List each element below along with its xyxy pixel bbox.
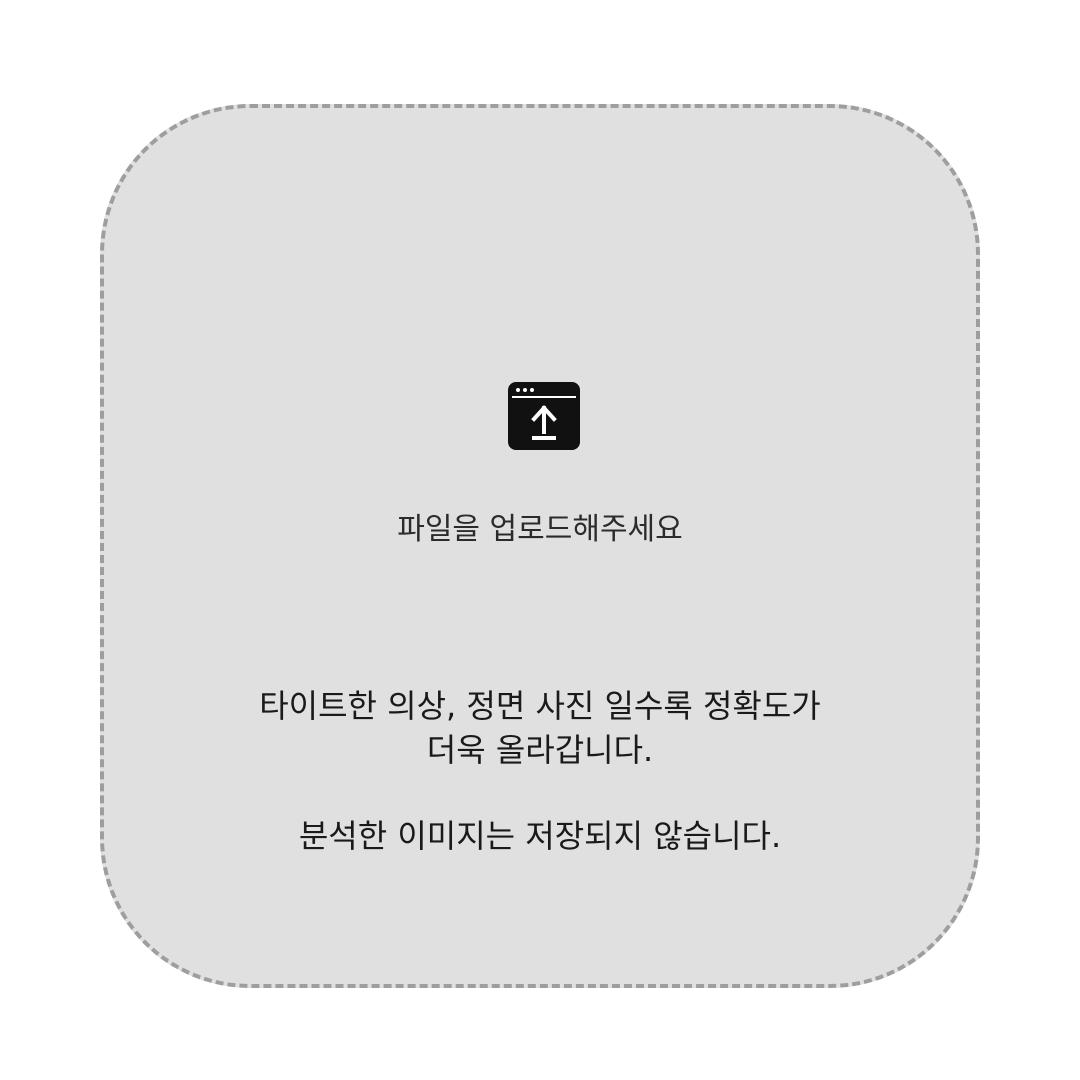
upload-window-icon (508, 382, 580, 450)
upload-prompt: 파일을 업로드해주세요 (397, 512, 683, 547)
tip-line-1: 타이트한 의상, 정면 사진 일수록 정확도가 (259, 687, 821, 725)
privacy-notice: 분석한 이미지는 저장되지 않습니다. (298, 817, 782, 855)
file-upload-dropzone[interactable]: 파일을 업로드해주세요 타이트한 의상, 정면 사진 일수록 정확도가 더욱 올… (100, 104, 980, 988)
tip-line-2: 더욱 올라갑니다. (426, 731, 654, 769)
page: 파일을 업로드해주세요 타이트한 의상, 정면 사진 일수록 정확도가 더욱 올… (0, 0, 1080, 1080)
